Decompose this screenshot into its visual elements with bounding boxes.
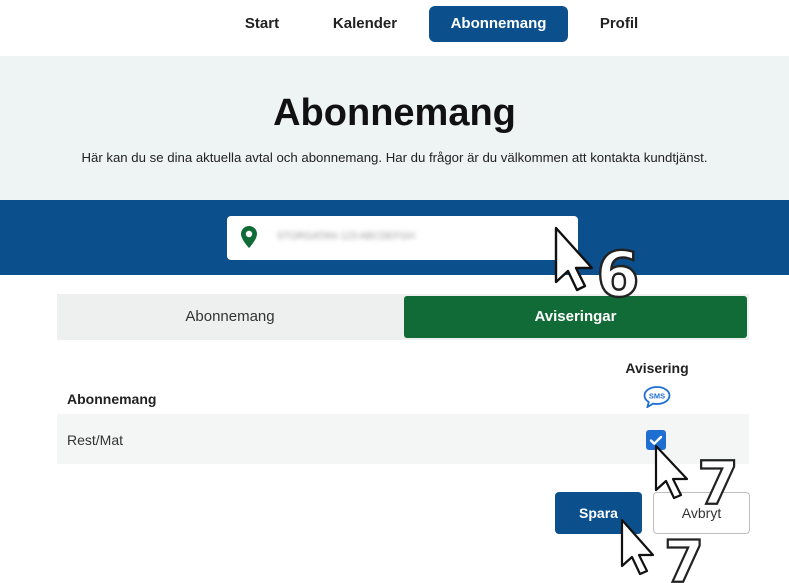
page-subtitle: Här kan du se dina aktuella avtal och ab… xyxy=(81,150,708,165)
sms-icon: SMS xyxy=(643,386,671,413)
tab-bar: Abonnemang Aviseringar xyxy=(57,294,749,340)
column-header-avisering: Avisering xyxy=(625,360,689,376)
step-number-7b: 7 xyxy=(664,528,704,583)
top-nav: Start Kalender Abonnemang Profil xyxy=(0,0,789,52)
nav-kalender[interactable]: Kalender xyxy=(323,6,407,42)
nav-start[interactable]: Start xyxy=(232,6,292,42)
address-selector[interactable]: STORGATAN 123 ABCDEFGH xyxy=(227,216,578,260)
tab-aviseringar[interactable]: Aviseringar xyxy=(404,296,747,338)
hero-section: Abonnemang Här kan du se dina aktuella a… xyxy=(0,56,789,200)
cancel-button[interactable]: Avbryt xyxy=(653,492,750,534)
address-value: STORGATAN 123 ABCDEFGH xyxy=(277,231,415,242)
page-title: Abonnemang xyxy=(273,92,516,134)
nav-profil[interactable]: Profil xyxy=(588,6,650,42)
table-row: Rest/Mat xyxy=(57,414,749,464)
row-header-abonnemang: Abonnemang xyxy=(67,391,157,407)
checkmark-icon xyxy=(649,435,663,445)
tab-abonnemang[interactable]: Abonnemang xyxy=(57,296,403,338)
sms-icon-label: SMS xyxy=(649,392,665,401)
sms-checkbox[interactable] xyxy=(646,430,666,450)
location-pin-icon xyxy=(241,226,257,253)
save-button[interactable]: Spara xyxy=(555,492,642,534)
nav-abonnemang[interactable]: Abonnemang xyxy=(429,6,568,42)
address-band: STORGATAN 123 ABCDEFGH xyxy=(0,200,789,275)
row-label: Rest/Mat xyxy=(67,432,124,448)
